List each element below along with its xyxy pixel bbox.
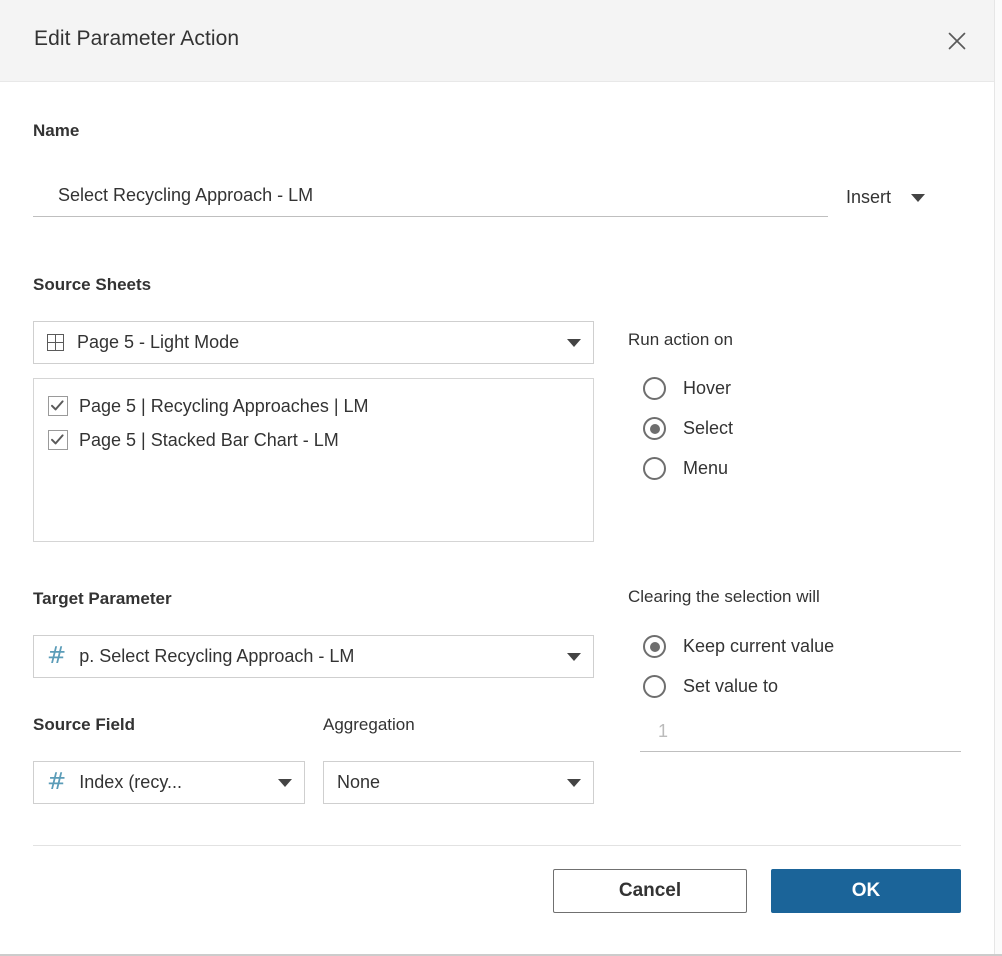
source-field-label: Source Field (33, 715, 136, 734)
cancel-button[interactable]: Cancel (553, 869, 747, 913)
number-parameter-icon: # (47, 769, 67, 795)
radio-icon (643, 377, 666, 400)
action-name-input[interactable] (33, 182, 828, 217)
checkbox-checked-icon[interactable] (48, 396, 68, 416)
clearing-selection-label: Clearing the selection will (628, 587, 820, 606)
insert-dropdown[interactable]: Insert (846, 187, 926, 208)
target-parameter-select[interactable]: # p. Select Recycling Approach - LM (33, 635, 594, 678)
chevron-down-icon (278, 778, 292, 787)
chevron-down-icon (567, 652, 581, 661)
radio-selected-icon (643, 417, 666, 440)
radio-icon (643, 675, 666, 698)
source-field-value: Index (recy... (79, 772, 182, 792)
list-item[interactable]: Page 5 | Recycling Approaches | LM (34, 389, 593, 423)
chevron-down-icon (911, 193, 926, 202)
aggregation-value: None (337, 772, 381, 792)
radio-label: Keep current value (683, 636, 835, 656)
radio-selected-icon (643, 635, 666, 658)
source-sheets-list[interactable]: Page 5 | Recycling Approaches | LM Page … (33, 378, 594, 542)
radio-run-action-select[interactable]: Select (643, 417, 733, 440)
target-parameter-value: p. Select Recycling Approach - LM (79, 646, 355, 666)
radio-label: Hover (683, 378, 732, 398)
vertical-scrollbar[interactable] (994, 0, 1002, 954)
radio-keep-current-value[interactable]: Keep current value (643, 635, 834, 658)
chevron-down-icon (567, 338, 581, 347)
dialog-titlebar: Edit Parameter Action (0, 0, 994, 82)
dashboard-grid-icon (47, 334, 64, 351)
radio-label: Select (683, 418, 734, 438)
run-action-on-label: Run action on (628, 330, 733, 349)
radio-run-action-menu[interactable]: Menu (643, 457, 728, 480)
list-item-label: Page 5 | Recycling Approaches | LM (79, 395, 369, 416)
radio-label: Set value to (683, 676, 779, 696)
number-parameter-icon: # (47, 643, 67, 669)
list-item-label: Page 5 | Stacked Bar Chart - LM (79, 429, 339, 450)
set-value-input[interactable] (640, 718, 961, 752)
checkbox-checked-icon[interactable] (48, 430, 68, 450)
edit-parameter-action-dialog: Edit Parameter Action Name Insert Source… (0, 0, 1002, 956)
radio-label: Menu (683, 458, 729, 478)
source-field-select[interactable]: # Index (recy... (33, 761, 305, 804)
dialog-body: Name Insert Source Sheets Page 5 - Light… (0, 82, 994, 954)
aggregation-label: Aggregation (323, 715, 415, 734)
source-sheets-label: Source Sheets (33, 275, 152, 294)
dialog-title: Edit Parameter Action (34, 27, 240, 50)
insert-dropdown-label: Insert (846, 187, 892, 207)
source-dashboard-select[interactable]: Page 5 - Light Mode (33, 321, 594, 364)
list-item[interactable]: Page 5 | Stacked Bar Chart - LM (34, 423, 593, 457)
radio-icon (643, 457, 666, 480)
close-icon[interactable] (940, 24, 974, 58)
aggregation-select[interactable]: None (323, 761, 594, 804)
ok-button[interactable]: OK (771, 869, 961, 913)
name-section-label: Name (33, 121, 80, 140)
radio-set-value-to[interactable]: Set value to (643, 675, 778, 698)
source-dashboard-value: Page 5 - Light Mode (77, 332, 240, 352)
footer-divider (33, 845, 961, 846)
target-parameter-label: Target Parameter (33, 589, 172, 608)
radio-run-action-hover[interactable]: Hover (643, 377, 731, 400)
chevron-down-icon (567, 778, 581, 787)
